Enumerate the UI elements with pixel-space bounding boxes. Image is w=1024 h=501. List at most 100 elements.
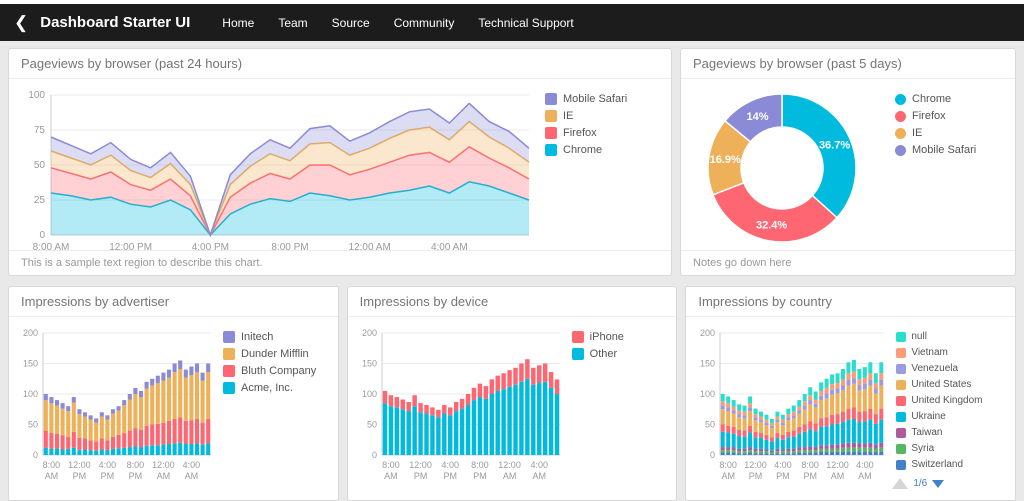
panel-impressions-advertiser: Impressions by advertiser 0 50 100 150 200 8:… [8,286,339,501]
pager-up-icon[interactable] [892,478,909,489]
nav-item-home[interactable]: Home [210,16,266,30]
svg-text:16.9%: 16.9% [710,154,741,166]
legend-swatch [571,331,584,343]
svg-text:50: 50 [705,420,715,430]
legend-label: Acme, Inc. [241,382,293,394]
legend-item-acme-inc-[interactable]: Acme, Inc. [223,382,316,394]
legend-item-null[interactable]: null [896,331,982,342]
country-bar-chart: 0501001502008:00AM12:00PM4:00PM8:00PM12:… [700,328,885,481]
legend-item-mobile-safari[interactable]: Mobile Safari [545,93,627,105]
svg-text:12:00: 12:00 [745,460,768,470]
svg-text:50: 50 [367,420,377,430]
legend-swatch [896,347,907,358]
legend-label: Firefox [912,110,946,122]
panel-pageviews-24h: Pageviews by browser (past 24 hours) 0 25… [8,48,672,276]
legend-pager: 1/6 [888,478,984,489]
legend-swatch [571,348,584,360]
legend-item-firefox[interactable]: Firefox [545,127,627,139]
svg-text:200: 200 [362,328,377,338]
donut-chart-body: 36.7% 32.4% 16.9% 14% Chrome Firefox IE Mobile… [681,79,1015,250]
panel-title: Impressions by device [347,287,677,317]
svg-text:AM: AM [45,471,59,481]
svg-text:0: 0 [372,450,377,460]
legend-item-united-states[interactable]: United States [896,379,982,390]
panel-title: Impressions by country [686,287,1016,317]
panel-pageviews-5d: Pageviews by browser (past 5 days) 36.7%… [680,48,1016,276]
legend-label: Chrome [912,93,952,105]
legend-item-dunder-mifflin[interactable]: Dunder Mifflin [223,348,316,360]
pager-page-indicator: 1/6 [913,478,928,489]
legend-item-united-kingdom[interactable]: United Kingdom [896,395,983,406]
legend-item-other[interactable]: Other [571,348,624,360]
legend-swatch [896,379,907,390]
legend-swatch [895,93,906,105]
svg-text:8:00 PM: 8:00 PM [271,242,308,250]
legend-label: Initech [241,331,274,343]
svg-text:PM: PM [101,471,115,481]
legend-item-ie[interactable]: IE [545,110,627,122]
legend-item-syria[interactable]: Syria [896,443,982,454]
svg-text:AM: AM [384,471,398,481]
svg-text:4:00: 4:00 [856,460,874,470]
svg-text:8:00: 8:00 [43,460,61,470]
legend-item-vietnam[interactable]: Vietnam [896,347,982,358]
legend-item-chrome[interactable]: Chrome [545,144,627,156]
legend-item-firefox[interactable]: Firefox [895,110,976,122]
legend-item-venezuela[interactable]: Venezuela [896,363,982,374]
country-chart-legend: null Vietnam Venezuela United States United … [888,325,984,470]
legend-swatch [223,365,235,377]
svg-text:150: 150 [700,359,715,369]
svg-text:AM: AM [185,471,199,481]
legend-item-initech[interactable]: Initech [223,331,316,343]
svg-text:12:00 PM: 12:00 PM [109,242,152,250]
svg-text:32.4%: 32.4% [756,220,787,232]
legend-swatch [896,459,907,470]
svg-text:PM: PM [804,471,818,481]
legend-item-chrome[interactable]: Chrome [895,93,976,105]
legend-swatch [896,363,907,374]
device-chart-legend: iPhone Other [564,325,626,498]
panel-title: Impressions by advertiser [9,287,338,317]
svg-text:100: 100 [23,389,38,399]
nav-item-community[interactable]: Community [382,16,467,30]
panel-impressions-device: Impressions by device 0 50 100 150 200 8:00 AM… [346,286,678,501]
legend-label: Ukraine [911,411,946,422]
svg-text:4:00: 4:00 [530,460,548,470]
legend-item-mobile-safari[interactable]: Mobile Safari [895,144,976,156]
legend-item-taiwan[interactable]: Taiwan [896,427,982,438]
legend-label: Dunder Mifflin [241,348,309,360]
bar-series-other [382,378,559,455]
legend-label: Chrome [563,144,603,156]
legend-item-ukraine[interactable]: Ukraine [896,411,982,422]
device-bar-chart: 0501001502008:00AM12:00PM4:00PM8:00PM12:… [362,328,560,481]
svg-text:8:00: 8:00 [382,460,400,470]
legend-item-iphone[interactable]: iPhone [571,331,624,343]
svg-text:12:00 AM: 12:00 AM [349,242,391,250]
advertiser-chart-body: 0 50 100 150 200 8:00 AM 12:00 PM 4:00 PM 8:00 PM 12:… [9,317,338,500]
legend-label: Vietnam [911,347,948,358]
bottom-row: Impressions by advertiser 0 50 100 150 200 8:… [8,286,1017,501]
svg-text:12:00: 12:00 [409,460,432,470]
svg-text:36.7%: 36.7% [819,140,850,152]
back-chevron-icon[interactable]: ❮ [14,14,28,31]
nav-item-source[interactable]: Source [320,16,382,30]
legend-item-bluth-company[interactable]: Bluth Company [223,365,316,377]
svg-text:8:00 AM: 8:00 AM [33,242,70,250]
legend-item-switzerland[interactable]: Switzerland [896,459,982,470]
svg-text:12:00: 12:00 [827,460,850,470]
nav-item-technical-support[interactable]: Technical Support [466,16,585,30]
advertiser-chart-legend: Initech Dunder Mifflin Bluth Company Acme, … [215,325,318,498]
top-row: Pageviews by browser (past 24 hours) 0 25… [8,48,1016,276]
nav-item-team[interactable]: Team [266,16,319,30]
pager-down-icon[interactable] [932,479,945,488]
area-chart: 0 25 50 75 100 8:00 AM 12:00 PM 4:00 PM 8:00 PM 1… [28,90,530,250]
svg-text:PM: PM [413,471,427,481]
panel-title: Pageviews by browser (past 24 hours) [9,49,671,79]
legend-item-ie[interactable]: IE [895,127,976,139]
svg-text:AM: AM [157,471,171,481]
svg-text:AM: AM [858,471,872,481]
svg-text:8:00: 8:00 [802,460,820,470]
legend-swatch [896,331,907,342]
svg-text:AM: AM [831,471,845,481]
svg-text:50: 50 [34,160,46,171]
